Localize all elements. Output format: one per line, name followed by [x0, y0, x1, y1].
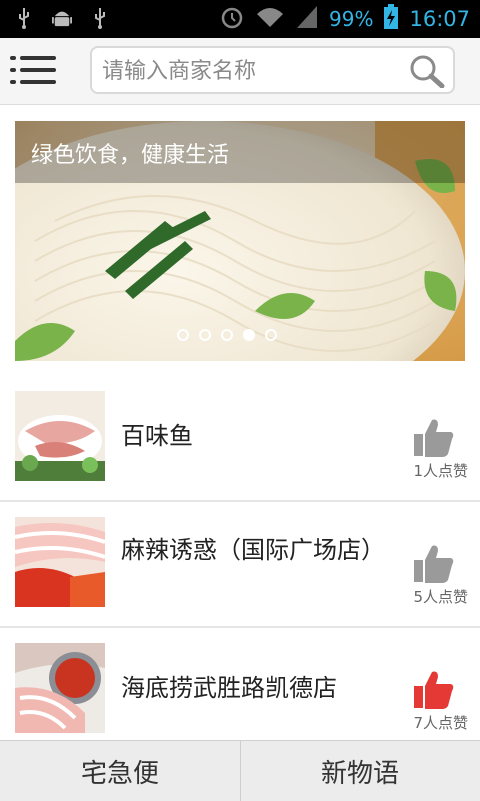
thumbs-up-icon — [414, 671, 454, 709]
alarm-icon — [219, 4, 245, 34]
like-button[interactable]: 1人点赞 — [398, 416, 468, 486]
search-box — [90, 46, 455, 94]
thumbs-up-icon — [414, 545, 454, 583]
android-debug-icon — [52, 6, 72, 30]
like-count: 1人点赞 — [413, 462, 468, 480]
usb-icon — [90, 6, 110, 30]
hamburger-menu-icon[interactable] — [10, 56, 58, 86]
restaurant-name: 麻辣诱惑（国际广场店） — [121, 536, 385, 564]
bottom-tab-bar: 宅急便 新物语 — [0, 740, 480, 801]
restaurant-list: 百味鱼 1人点赞 麻辣诱惑（国际广场店） 5人点赞 海底捞武胜路凯德店 7人点赞 — [0, 376, 480, 754]
tab-new-story[interactable]: 新物语 — [240, 741, 480, 801]
search-icon[interactable] — [409, 54, 445, 89]
like-count: 5人点赞 — [413, 588, 468, 606]
status-bar: 99% 16:07 — [0, 0, 480, 38]
restaurant-thumbnail — [15, 517, 105, 607]
battery-percent: 99% — [329, 7, 374, 31]
tab-express-delivery[interactable]: 宅急便 — [0, 741, 241, 801]
carousel-dot[interactable] — [265, 329, 277, 341]
banner-caption: 绿色饮食，健康生活 — [31, 143, 230, 168]
wifi-icon — [255, 5, 285, 33]
list-item[interactable]: 海底捞武胜路凯德店 7人点赞 — [0, 628, 480, 754]
app-header — [0, 38, 480, 105]
usb-icon — [14, 6, 34, 30]
promo-banner[interactable]: 绿色饮食，健康生活 — [15, 121, 465, 361]
like-button[interactable]: 7人点赞 — [398, 668, 468, 738]
carousel-dot[interactable] — [177, 329, 189, 341]
clock: 16:07 — [409, 7, 470, 31]
restaurant-name: 百味鱼 — [121, 422, 193, 450]
thumbs-up-icon — [414, 419, 454, 457]
search-input[interactable] — [100, 54, 404, 88]
list-item[interactable]: 麻辣诱惑（国际广场店） 5人点赞 — [0, 502, 480, 628]
restaurant-thumbnail — [15, 391, 105, 481]
like-button[interactable]: 5人点赞 — [398, 542, 468, 612]
signal-icon — [295, 4, 319, 34]
carousel-dot[interactable] — [199, 329, 211, 341]
restaurant-thumbnail — [15, 643, 105, 733]
battery-charging-icon — [383, 4, 399, 34]
list-item[interactable]: 百味鱼 1人点赞 — [0, 376, 480, 502]
restaurant-name: 海底捞武胜路凯德店 — [121, 674, 337, 702]
carousel-indicator — [177, 329, 277, 341]
carousel-dot[interactable] — [221, 329, 233, 341]
carousel-dot-active[interactable] — [243, 329, 255, 341]
like-count: 7人点赞 — [413, 714, 468, 732]
banner-caption-bar: 绿色饮食，健康生活 — [15, 121, 465, 183]
